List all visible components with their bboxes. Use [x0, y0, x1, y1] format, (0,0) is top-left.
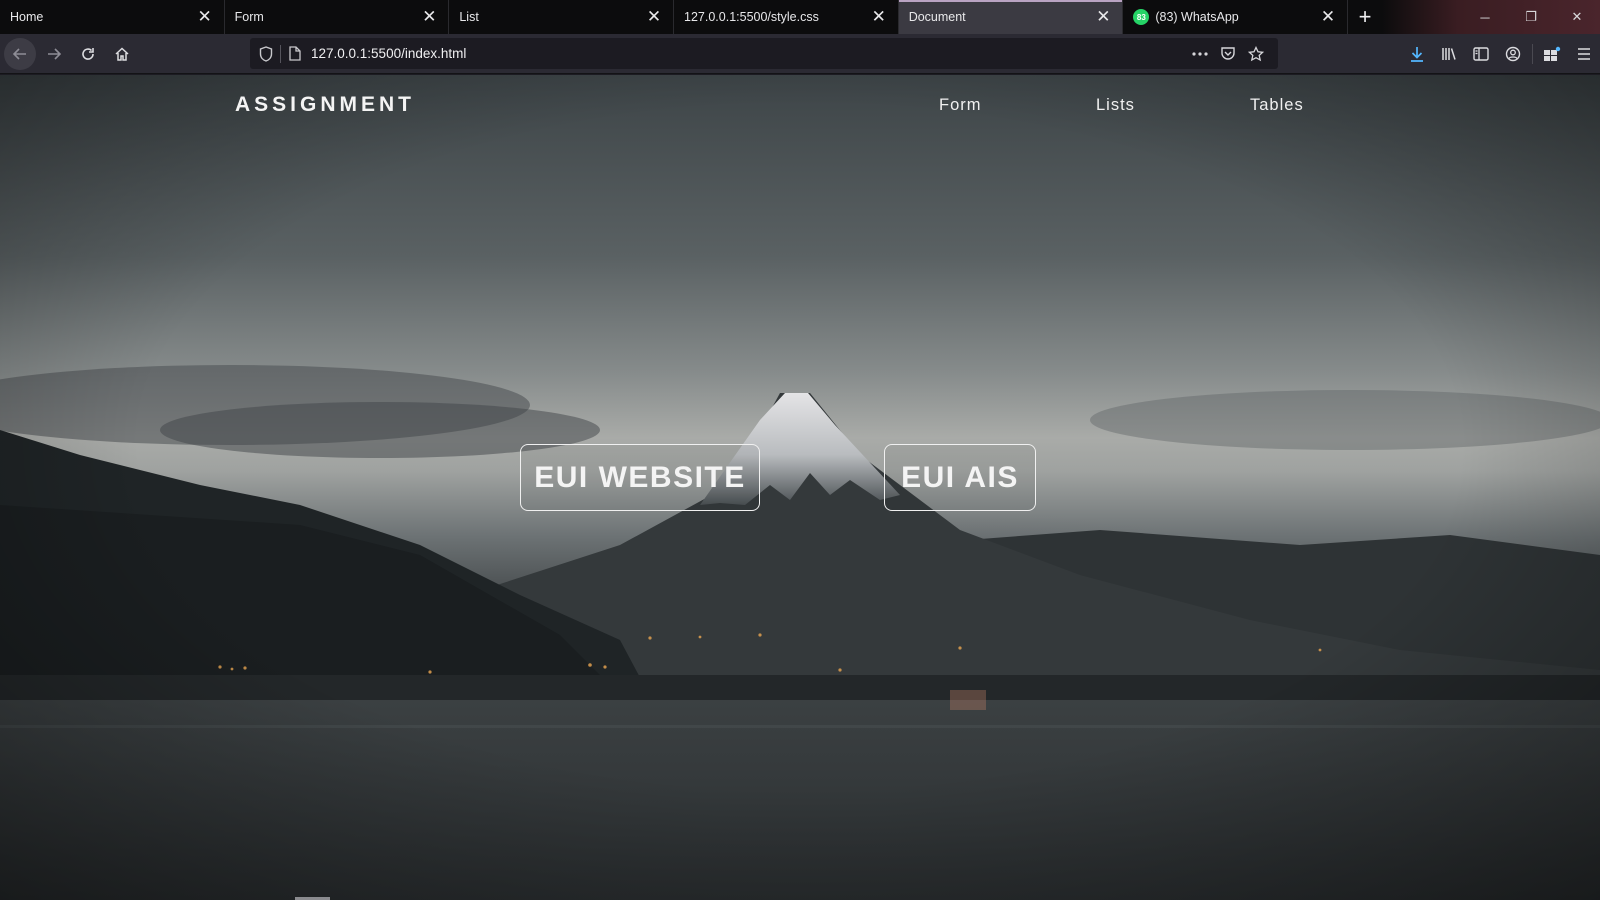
toolbar-right	[1401, 38, 1600, 69]
close-icon[interactable]: ✕	[1319, 7, 1337, 26]
eui-ais-button[interactable]: EUI AIS	[884, 444, 1036, 511]
library-icon	[1442, 47, 1456, 60]
site-header: ASSIGNMENT Form Lists Tables	[0, 75, 1600, 135]
url-input[interactable]: 127.0.0.1:5500/index.html	[311, 46, 1186, 61]
tab-title: (83) WhatsApp	[1155, 10, 1239, 24]
close-icon[interactable]: ✕	[870, 7, 888, 26]
navigation-toolbar: 127.0.0.1:5500/index.html	[0, 34, 1600, 74]
close-icon[interactable]: ✕	[196, 7, 214, 26]
tab-form[interactable]: Form ✕	[225, 0, 450, 34]
download-icon	[1411, 46, 1423, 62]
more-actions-icon[interactable]	[1186, 42, 1214, 66]
restore-button[interactable]: ❐	[1508, 0, 1554, 34]
tab-title: Document	[908, 10, 966, 24]
mountain-landscape-image	[0, 75, 1600, 900]
eui-website-button[interactable]: EUI WEBSITE	[520, 444, 760, 511]
window-close-button[interactable]: ✕	[1554, 0, 1600, 34]
library-button[interactable]	[1433, 38, 1465, 69]
tab-title: Home	[10, 10, 44, 24]
sidebar-icon	[1473, 46, 1489, 61]
tab-title: Form	[234, 10, 264, 24]
page-viewport: ASSIGNMENT Form Lists Tables EUI WEBSITE…	[0, 75, 1600, 900]
divider	[280, 44, 281, 63]
arrow-left-icon	[12, 47, 26, 60]
forward-button[interactable]	[38, 38, 70, 70]
home-button[interactable]	[106, 38, 138, 70]
page-icon[interactable]	[287, 46, 303, 62]
tab-title: 127.0.0.1:5500/style.css	[684, 10, 819, 24]
arrow-right-icon	[48, 47, 62, 60]
menu-button[interactable]	[1568, 38, 1600, 69]
tab-strip: Home ✕ Form ✕ List ✕ 127.0.0.1:5500/styl…	[0, 0, 1600, 34]
back-button[interactable]	[4, 37, 36, 70]
nav-link-form[interactable]: Form	[939, 96, 982, 115]
close-icon[interactable]: ✕	[1094, 7, 1112, 26]
tab-title: List	[459, 10, 479, 24]
window-controls: ─ ❐ ✕	[1382, 0, 1600, 34]
account-button[interactable]	[1497, 38, 1529, 69]
minimize-button[interactable]: ─	[1462, 0, 1508, 34]
close-icon[interactable]: ✕	[420, 7, 438, 26]
downloads-button[interactable]	[1401, 38, 1433, 69]
divider	[1532, 43, 1533, 64]
hamburger-menu-icon	[1578, 47, 1590, 60]
extensions-icon	[1544, 46, 1561, 61]
home-icon	[115, 46, 129, 61]
tab-style-css[interactable]: 127.0.0.1:5500/style.css ✕	[674, 0, 899, 34]
nav-link-tables[interactable]: Tables	[1250, 96, 1304, 115]
new-tab-button[interactable]: +	[1348, 0, 1382, 34]
reload-icon	[82, 47, 94, 60]
whatsapp-icon: 83	[1133, 9, 1150, 25]
close-icon[interactable]: ✕	[645, 7, 663, 26]
bookmark-star-icon[interactable]	[1242, 42, 1270, 66]
extensions-button[interactable]	[1536, 38, 1568, 69]
tab-whatsapp[interactable]: 83 (83) WhatsApp ✕	[1123, 0, 1349, 34]
url-bar[interactable]: 127.0.0.1:5500/index.html	[250, 38, 1278, 69]
account-icon	[1505, 46, 1521, 61]
site-logo[interactable]: ASSIGNMENT	[235, 93, 415, 117]
nav-link-lists[interactable]: Lists	[1096, 96, 1135, 115]
tab-list[interactable]: List ✕	[449, 0, 675, 34]
tab-document[interactable]: Document ✕	[898, 0, 1124, 34]
sidebar-button[interactable]	[1465, 38, 1497, 69]
shield-icon[interactable]	[258, 45, 274, 62]
tab-home[interactable]: Home ✕	[0, 0, 225, 34]
pocket-icon[interactable]	[1214, 42, 1242, 66]
reload-button[interactable]	[72, 38, 104, 70]
